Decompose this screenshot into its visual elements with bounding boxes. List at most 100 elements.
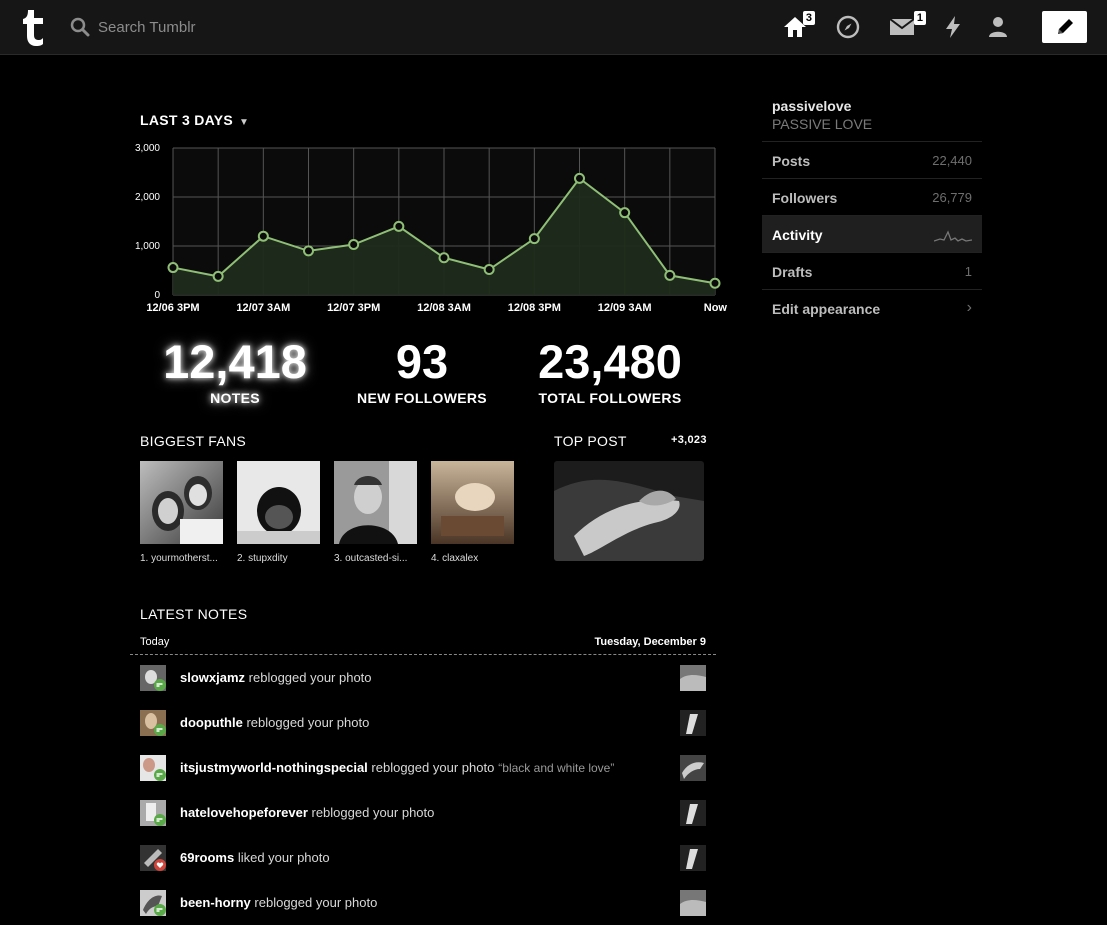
- data-point: [212, 270, 224, 282]
- user-avatar: [140, 665, 166, 691]
- envelope-icon: [889, 18, 915, 35]
- activity-chart: 0 1,000 2,000 3,000 12/06 3PM 12/07 3AM 12/07 …: [135, 143, 727, 314]
- blog-title: PASSIVE LOVE: [772, 116, 873, 132]
- sidebar-item-label: Posts: [772, 153, 811, 169]
- post-thumbnail[interactable]: [680, 845, 706, 871]
- note-username[interactable]: slowxjamz: [180, 670, 245, 685]
- home-button[interactable]: 3: [781, 11, 815, 41]
- fan-item[interactable]: 1. yourmotherst...: [140, 461, 223, 564]
- x-tick-label: 12/08 3AM: [417, 302, 471, 314]
- fan-name: 1. yourmotherst...: [140, 553, 218, 564]
- note-username[interactable]: been-horny: [180, 895, 251, 910]
- data-point: [438, 252, 450, 264]
- data-point: [167, 262, 179, 274]
- sidebar-item-value: 22,440: [932, 153, 972, 168]
- blog-name[interactable]: passivelove: [772, 98, 851, 114]
- fan-item[interactable]: 2. stupxdity: [237, 461, 320, 564]
- note-item[interactable]: dooputhle reblogged your photo: [140, 710, 706, 736]
- sidebar-item-drafts[interactable]: Drafts 1: [762, 252, 982, 290]
- sidebar-item-value: 1: [964, 264, 972, 279]
- notes-date-label: Tuesday, December 9: [594, 636, 706, 648]
- search-bar: [70, 14, 298, 40]
- account-button[interactable]: [984, 13, 1012, 41]
- post-thumbnail[interactable]: [680, 710, 706, 736]
- home-badge: 3: [802, 11, 815, 25]
- sidebar-item-value: 26,779: [932, 190, 972, 205]
- top-post-image: [554, 461, 704, 561]
- top-post-count: +3,023: [671, 434, 707, 446]
- data-point: [393, 220, 405, 232]
- sidebar-item-followers[interactable]: Followers 26,779: [762, 178, 982, 216]
- note-text: hatelovehopeforever reblogged your photo: [180, 805, 438, 820]
- note-action: reblogged your photo: [371, 760, 495, 775]
- fan-name: 2. stupxdity: [237, 553, 288, 564]
- fan-item[interactable]: 3. outcasted-si...: [334, 461, 417, 564]
- sidebar-item-label: Activity: [772, 227, 823, 243]
- note-username[interactable]: dooputhle: [180, 715, 243, 730]
- date-range-label: LAST 3 DAYS: [140, 112, 234, 128]
- note-item[interactable]: 69rooms liked your photo: [140, 845, 706, 871]
- data-point: [303, 245, 314, 257]
- user-avatar: [140, 710, 166, 736]
- data-point: [574, 172, 585, 184]
- notes-count: 12,418: [163, 335, 307, 388]
- inbox-badge: 1: [913, 11, 926, 25]
- sparkline-icon: [934, 230, 972, 242]
- note-item[interactable]: been-horny reblogged your photo: [140, 890, 706, 916]
- sidebar-item-posts[interactable]: Posts 22,440: [762, 141, 982, 179]
- note-item[interactable]: itsjustmyworld-nothingspecial reblogged …: [140, 755, 706, 781]
- data-point: [483, 264, 495, 276]
- inbox-button[interactable]: 1: [888, 11, 926, 41]
- fan-item[interactable]: 4. claxalex: [431, 461, 514, 564]
- note-username[interactable]: itsjustmyworld-nothingspecial: [180, 760, 368, 775]
- fan-name: 4. claxalex: [431, 553, 479, 564]
- total-followers-count: 23,480: [538, 335, 682, 388]
- stat-new-followers: 93 NEW FOLLOWERS: [340, 336, 504, 407]
- sidebar-item-label: Drafts: [772, 264, 813, 280]
- post-thumbnail[interactable]: [680, 800, 706, 826]
- fan-avatar: [237, 461, 320, 544]
- data-point: [619, 207, 631, 219]
- fan-avatar: [431, 461, 514, 544]
- notes-date-header: Today Tuesday, December 9: [130, 636, 716, 655]
- sidebar-item-edit-appearance[interactable]: Edit appearance ›: [762, 289, 982, 327]
- notes-label: NOTES: [210, 390, 260, 406]
- new-followers-label: NEW FOLLOWERS: [357, 390, 487, 406]
- data-point: [348, 239, 360, 251]
- note-item[interactable]: slowxjamz reblogged your photo: [140, 665, 706, 691]
- post-thumbnail[interactable]: [680, 665, 706, 691]
- y-tick-label: 2,000: [135, 192, 160, 203]
- fan-name: 3. outcasted-si...: [334, 553, 408, 564]
- data-point: [664, 269, 676, 281]
- data-point: [257, 230, 269, 242]
- note-action: reblogged your photo: [248, 670, 372, 685]
- y-tick-label: 3,000: [135, 143, 160, 154]
- data-point: [709, 277, 721, 289]
- activity-button[interactable]: [939, 13, 967, 41]
- stat-total-followers: 23,480 TOTAL FOLLOWERS: [526, 335, 694, 407]
- sidebar-item-activity[interactable]: Activity: [762, 215, 982, 253]
- top-post-title: TOP POST: [554, 433, 627, 449]
- note-action: liked your photo: [237, 850, 330, 865]
- note-item[interactable]: hatelovehopeforever reblogged your photo: [140, 800, 706, 826]
- sidebar-item-label: Followers: [772, 190, 838, 206]
- search-input[interactable]: [98, 18, 298, 36]
- tumblr-logo-icon[interactable]: [18, 8, 48, 46]
- top-post-thumbnail[interactable]: [554, 461, 704, 561]
- post-thumbnail[interactable]: [680, 755, 706, 781]
- pencil-icon: [1057, 19, 1073, 34]
- note-action: reblogged your photo: [311, 805, 435, 820]
- note-text: 69rooms liked your photo: [180, 850, 334, 865]
- note-username[interactable]: hatelovehopeforever: [180, 805, 308, 820]
- post-thumbnail[interactable]: [680, 890, 706, 916]
- sidebar-item-label: Edit appearance: [772, 301, 881, 317]
- x-tick-label: 12/08 3PM: [508, 302, 561, 314]
- compose-button[interactable]: [1042, 11, 1087, 43]
- explore-button[interactable]: [834, 13, 862, 41]
- person-icon: [989, 17, 1007, 37]
- search-icon: [70, 17, 90, 37]
- user-avatar: [140, 890, 166, 916]
- top-nav: 3 1: [0, 0, 1107, 55]
- note-username[interactable]: 69rooms: [180, 850, 234, 865]
- date-range-dropdown[interactable]: LAST 3 DAYS ▼: [140, 112, 249, 128]
